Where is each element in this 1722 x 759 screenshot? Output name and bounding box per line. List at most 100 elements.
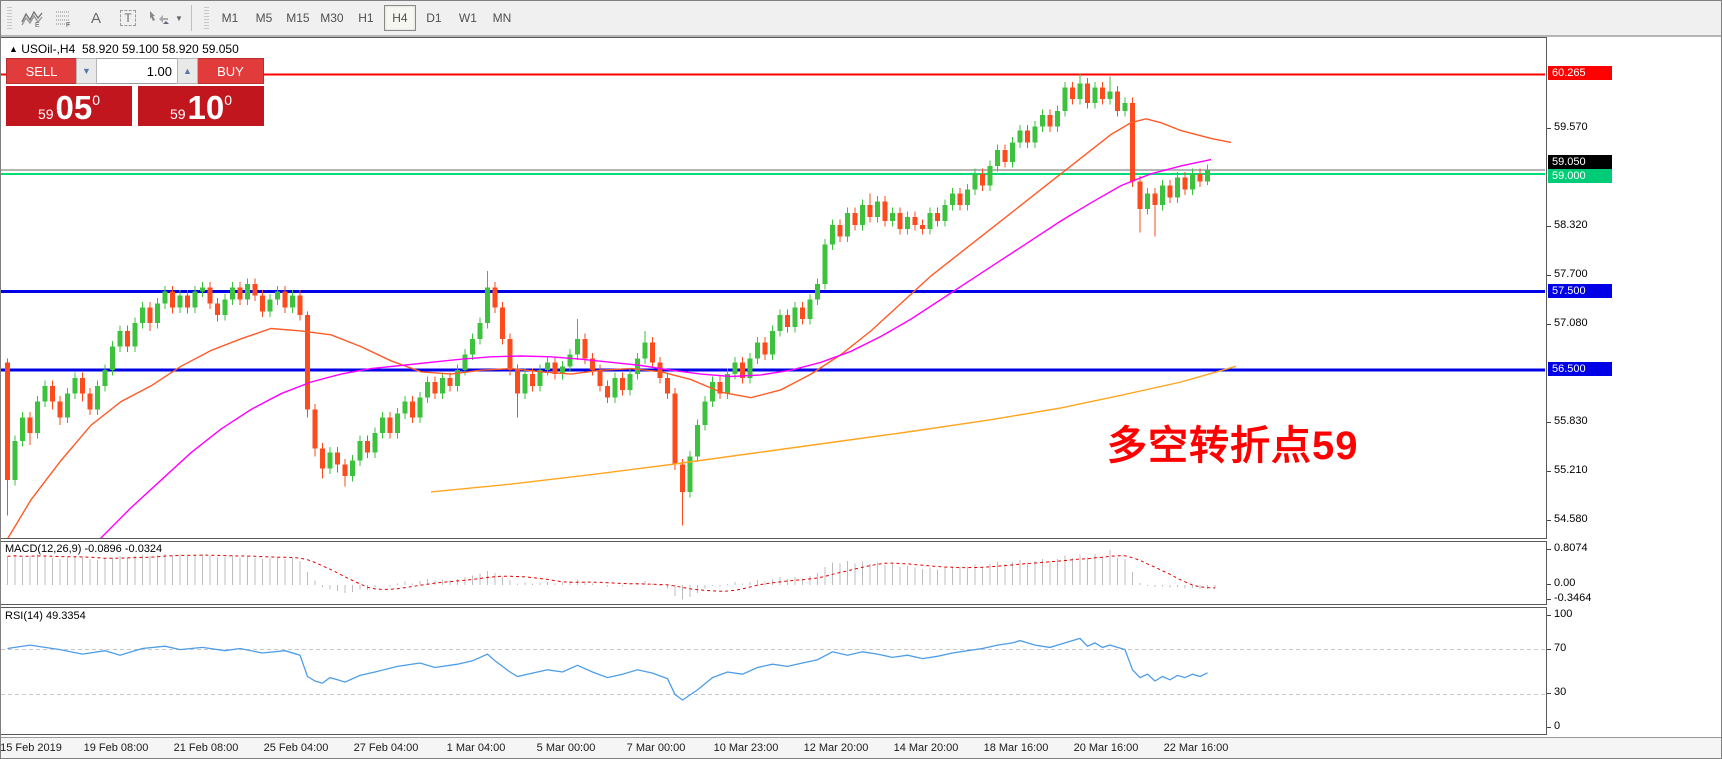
rsi-panel[interactable] [1,607,1547,735]
annotation-text[interactable]: 多空转折点59 [1107,413,1359,471]
candle-body [1003,150,1008,162]
sell-price-display[interactable]: 59 05 0 [6,86,132,126]
candle-body [403,402,408,414]
candle-body [808,299,813,319]
price-tick-57.080: 57.080 [1554,317,1588,329]
candle-body [463,354,468,370]
tick-mark [1547,584,1551,585]
candle-body [620,378,625,390]
candle-body [478,323,483,339]
svg-text:F: F [66,22,70,27]
candle-body [230,288,235,300]
candle-body [785,315,790,327]
timeframe-button-m15[interactable]: M15 [282,5,314,31]
timeframe-button-mn[interactable]: MN [486,5,518,31]
candle-body [215,303,220,315]
letter-a-icon[interactable]: A [81,5,111,31]
price-badge-57.500: 57.500 [1548,284,1612,298]
candle-body [1198,174,1203,182]
candle-body [1168,186,1173,198]
rsi-tick-100: 100 [1554,608,1572,620]
buy-price-display[interactable]: 59 10 0 [138,86,264,126]
candle-body [635,358,640,374]
candle-body [763,343,768,355]
candle-body [800,307,805,319]
candle-body [290,296,295,308]
timeframe-button-d1[interactable]: D1 [418,5,450,31]
candle-body [20,417,25,441]
toolbar-drag-handle[interactable] [7,7,12,29]
price-axis[interactable]: 59.57058.32057.70057.08055.83055.21054.5… [1547,37,1722,737]
timeframe-button-w1[interactable]: W1 [452,5,484,31]
candle-body [133,323,138,347]
macd-panel[interactable] [1,541,1547,605]
candle-body [380,417,385,433]
candle-body [650,343,655,363]
candle-body [695,425,700,456]
buy-button[interactable]: BUY [198,58,264,84]
time-label: 5 Mar 00:00 [537,742,596,754]
candle-body [470,339,475,355]
volume-input[interactable] [97,58,177,84]
candle-body [283,292,288,308]
candle-body [545,362,550,370]
candle-body [1115,91,1120,111]
candle-body [793,307,798,327]
timeframe-button-h4[interactable]: H4 [384,5,416,31]
candle-body [1055,111,1060,127]
volume-increase-button[interactable]: ▲ [177,58,198,84]
sell-button[interactable]: SELL [6,58,76,84]
timeframe-button-m30[interactable]: M30 [316,5,348,31]
candle-body [770,331,775,355]
time-axis[interactable]: 15 Feb 201919 Feb 08:0021 Feb 08:0025 Fe… [1,737,1722,759]
candle-body [88,394,93,410]
trading-platform-window: E F A T [0,0,1722,759]
candle-body [418,398,423,418]
candle-body [1100,87,1105,99]
tick-mark [1547,615,1551,616]
candle-body [1048,115,1053,127]
candle-body [193,292,198,308]
data-window-icon[interactable]: F [49,5,79,31]
candle-body [568,354,573,366]
time-label: 12 Mar 20:00 [804,742,869,754]
tick-mark [1547,649,1551,650]
candle-body [223,299,228,315]
rsi-chart[interactable] [1,608,1545,734]
macd-chart[interactable] [1,542,1545,604]
candle-body [365,441,370,453]
text-label-icon[interactable]: T [113,5,143,31]
candle-body [388,417,393,433]
timeframe-button-h1[interactable]: H1 [350,5,382,31]
macd-tick--0.3464: -0.3464 [1554,592,1591,604]
candle-body [1160,186,1165,206]
indicators-icon[interactable]: E [17,5,47,31]
candle-body [980,174,985,186]
candle-body [935,213,940,221]
candle-body [1175,178,1180,198]
timeframe-button-m1[interactable]: M1 [214,5,246,31]
toolbar-drag-handle[interactable] [204,7,209,29]
candle-body [343,464,348,476]
tick-mark [1547,727,1551,728]
candle-body [95,386,100,410]
candle-body [170,292,175,308]
timeframe-button-m5[interactable]: M5 [248,5,280,31]
candle-body [185,296,190,308]
macd-signal-value: -0.0324 [125,543,162,555]
candle-body [673,394,678,465]
rsi-label: RSI(14) 49.3354 [5,610,86,622]
candle-body [988,166,993,186]
volume-decrease-button[interactable]: ▼ [76,58,97,84]
candle-body [838,225,843,237]
candle-body [335,453,340,465]
tick-mark [1547,599,1551,600]
candle-body [148,307,153,323]
candle-body [58,402,63,418]
tick-mark [1547,324,1551,325]
candle-body [1123,103,1128,111]
dropdown-caret-icon: ▼ [175,14,183,23]
candle-body [530,374,535,386]
objects-arrow-icon[interactable]: ▼ [145,5,184,31]
candle-body [1018,131,1023,143]
